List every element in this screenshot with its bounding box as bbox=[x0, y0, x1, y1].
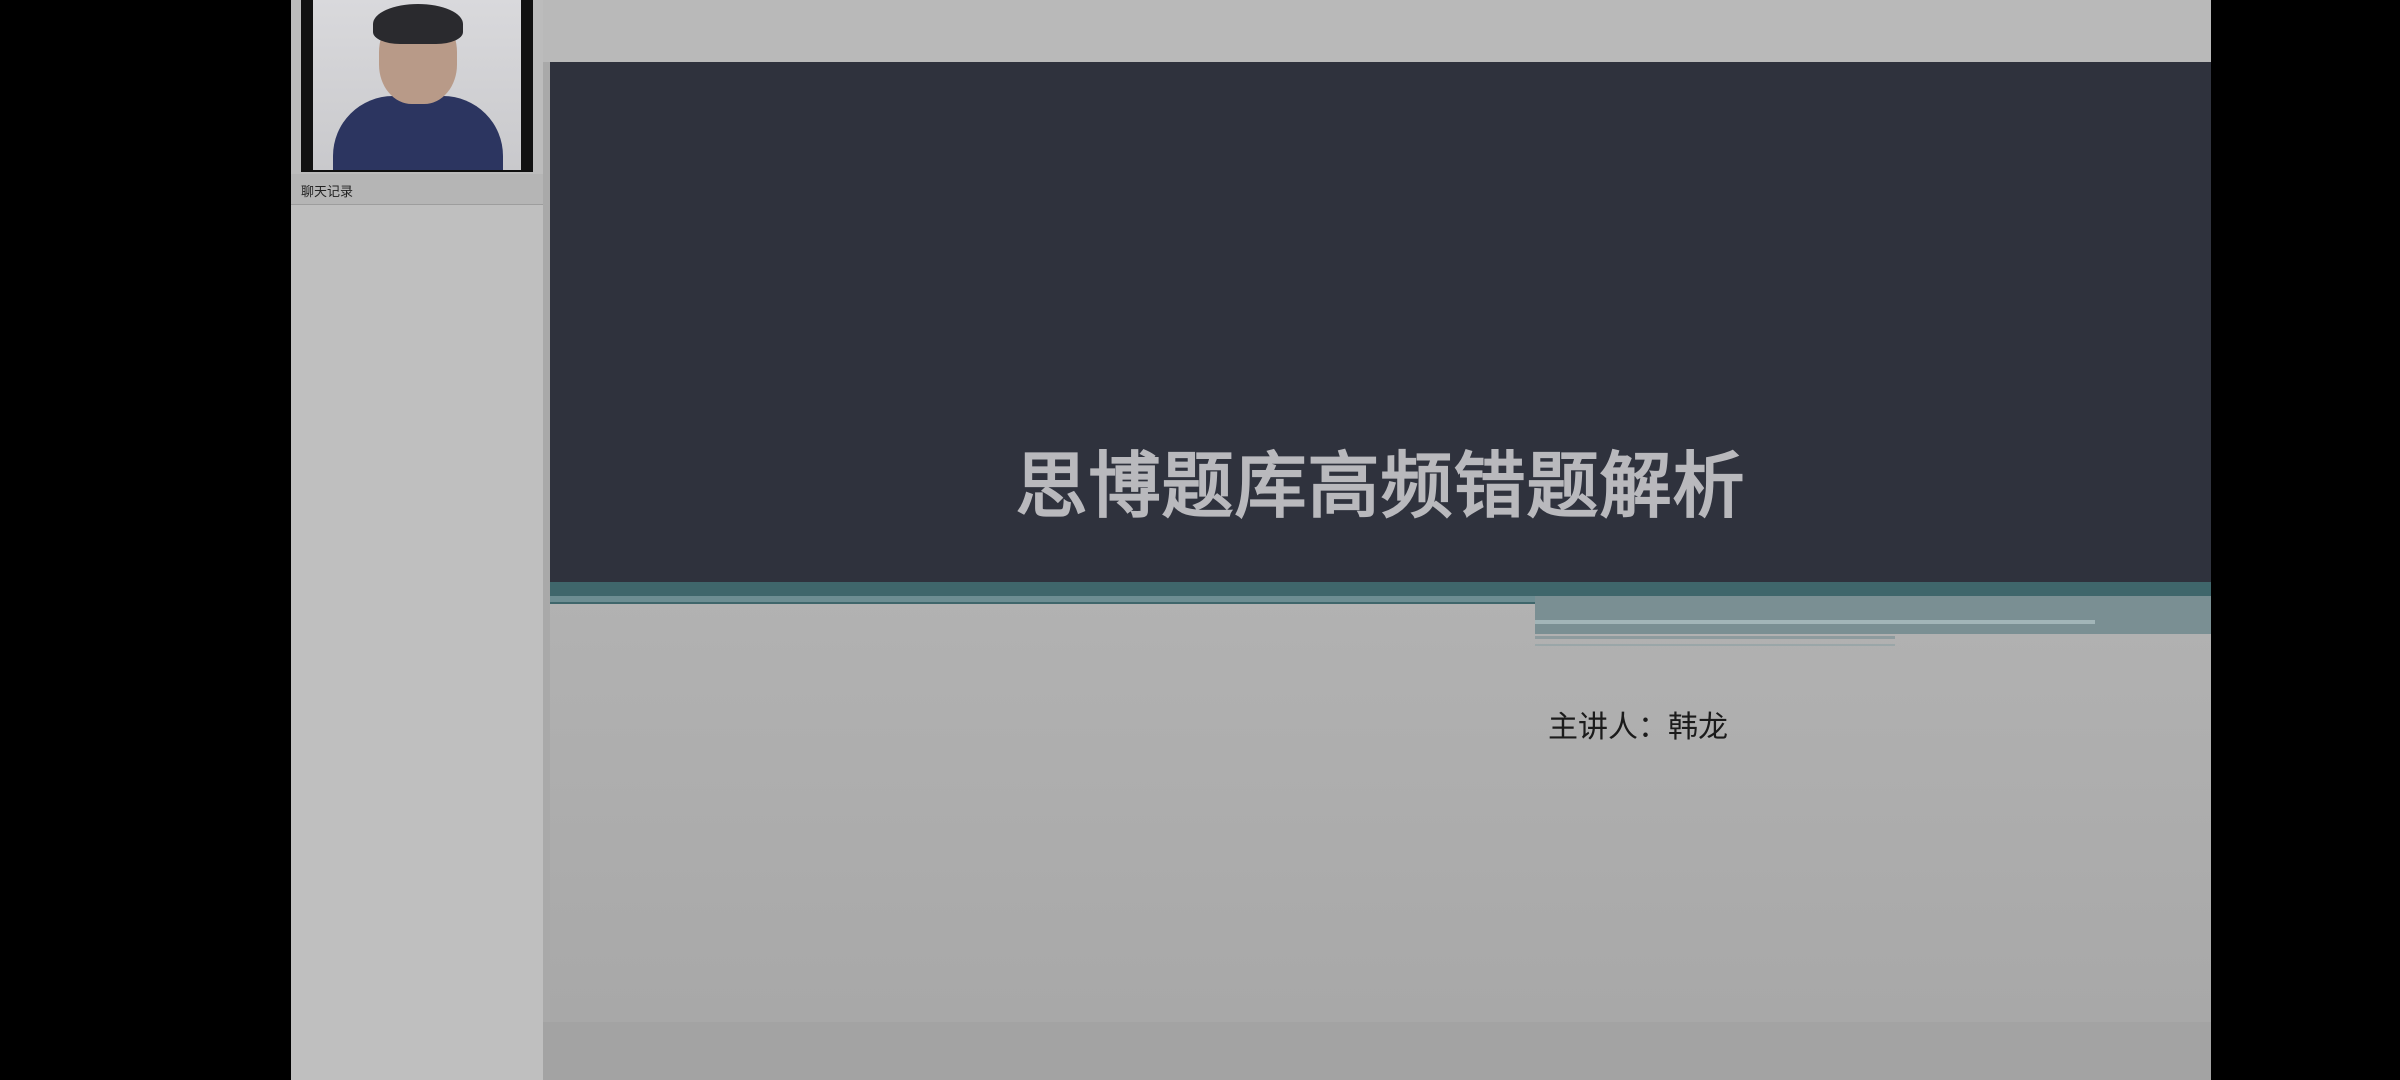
accent-thin-line bbox=[550, 596, 1535, 602]
presenter-body bbox=[333, 96, 503, 170]
accent-line bbox=[1535, 644, 1895, 646]
slide-bottom-margin bbox=[543, 1022, 2211, 1080]
video-feed bbox=[313, 0, 521, 170]
slide-title: 思博题库高频错题解析 bbox=[1015, 444, 1746, 528]
chat-history-tab[interactable]: 聊天记录 bbox=[291, 174, 543, 205]
presenter-name: 主讲人：韩龙 bbox=[1548, 710, 1728, 745]
accent-line bbox=[1535, 620, 2095, 624]
presenter-hair bbox=[373, 4, 463, 44]
chat-history-tab-label: 聊天记录 bbox=[301, 185, 354, 200]
chat-history-area[interactable] bbox=[291, 205, 543, 1080]
presentation-slide: 思博题库高频错题解析 主讲人：韩龙 bbox=[550, 62, 2211, 1022]
presenter-video[interactable] bbox=[301, 0, 533, 172]
slide-header-band: 思博题库高频错题解析 bbox=[550, 62, 2211, 582]
screen: 聊天记录 思博题库高频错题解析 主讲人：韩龙 bbox=[0, 0, 2400, 1080]
slide-area: 思博题库高频错题解析 主讲人：韩龙 bbox=[543, 0, 2211, 1080]
slide-top-margin bbox=[543, 0, 2211, 62]
accent-right-block bbox=[1535, 596, 2211, 634]
accent-line bbox=[1535, 636, 1895, 639]
side-panel: 聊天记录 bbox=[291, 0, 543, 1080]
